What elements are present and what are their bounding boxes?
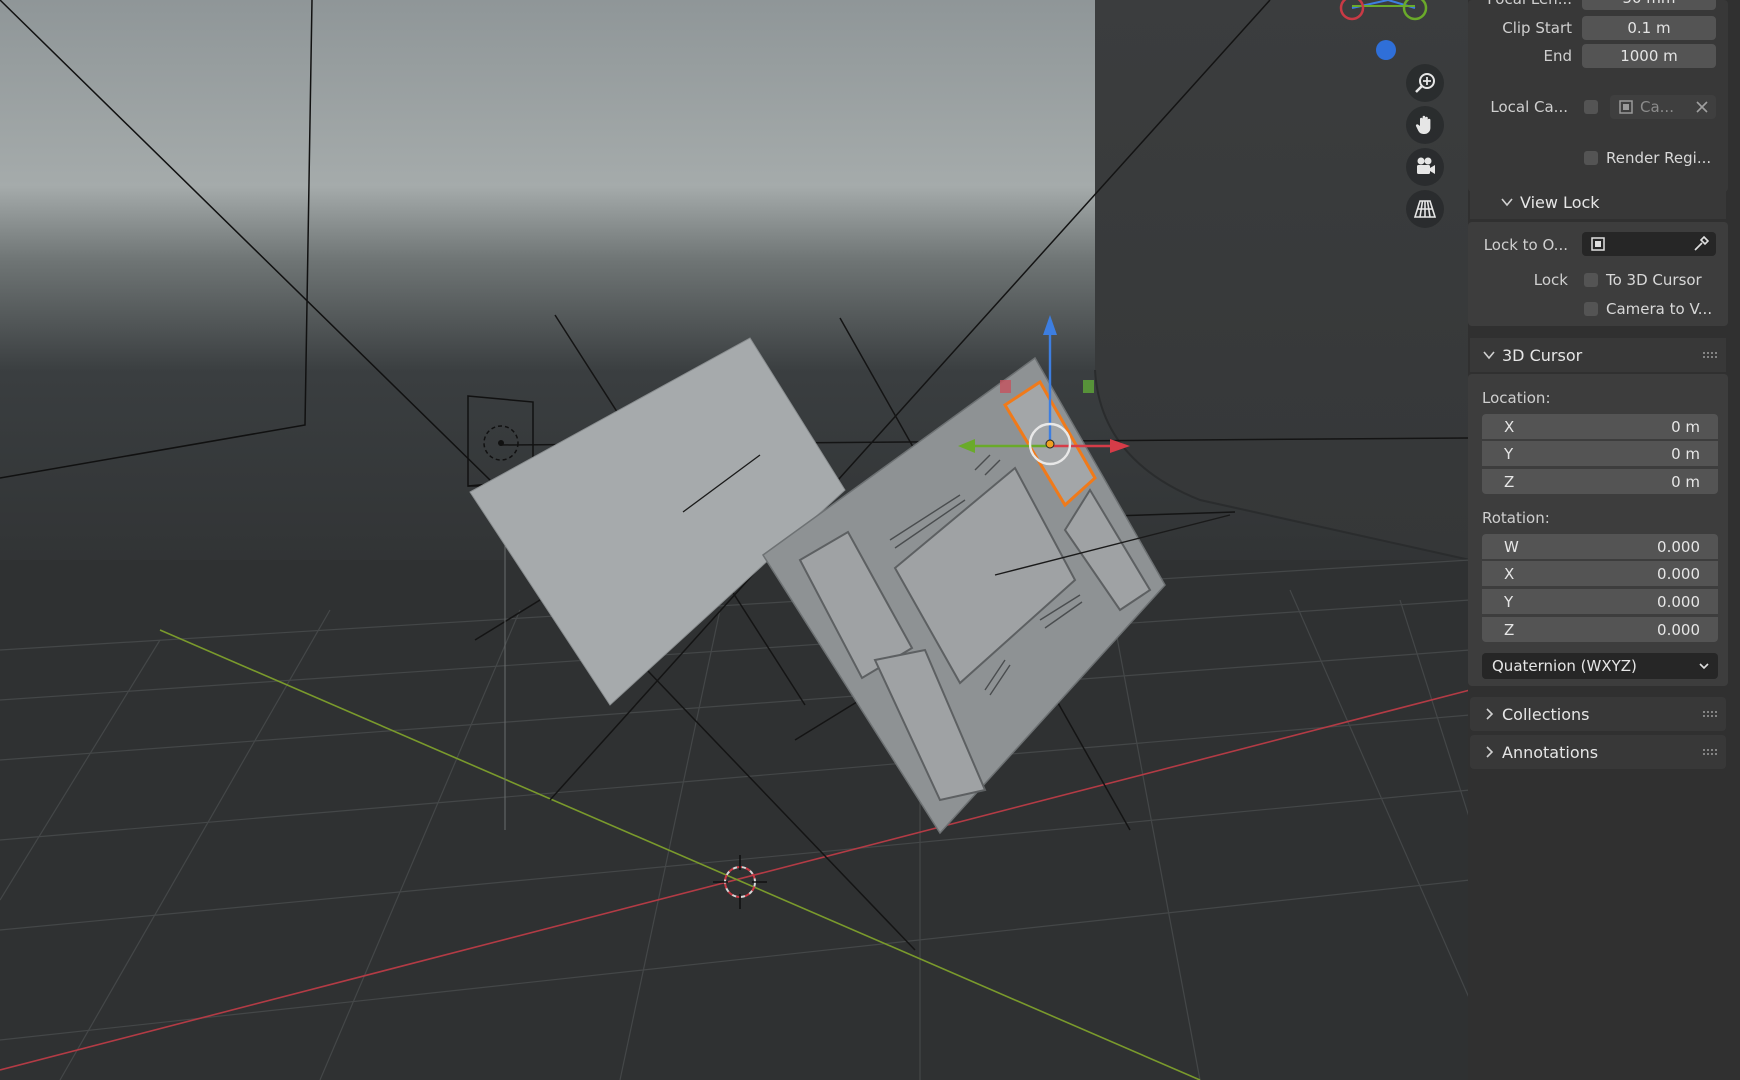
grid-perspective-icon [1413,200,1437,218]
value: 0.000 [1657,620,1700,639]
focal-length-field[interactable]: 50 mm [1582,0,1716,10]
3d-cursor-header[interactable]: 3D Cursor [1470,338,1726,372]
rotation-mode-value: Quaternion (WXYZ) [1492,657,1637,675]
rotation-x-field[interactable]: X 0.000 [1482,561,1718,586]
value: 0.000 [1657,564,1700,583]
collections-title: Collections [1502,704,1590,724]
value: 0 m [1671,444,1700,463]
view-lock-title: View Lock [1520,192,1600,212]
axis-label: W [1504,537,1519,556]
3d-cursor-title: 3D Cursor [1502,345,1583,365]
view-lock-header[interactable]: View Lock [1470,185,1726,219]
lock-to-3d-cursor-label: To 3D Cursor [1606,271,1702,289]
camera-to-view-checkbox[interactable] [1584,302,1598,316]
axis-label: X [1504,417,1515,436]
clip-end-field[interactable]: 1000 m [1582,44,1716,68]
clip-end-label: End [1543,47,1572,65]
value: 0 m [1671,472,1700,491]
clip-start-field[interactable]: 0.1 m [1582,16,1716,40]
render-region-checkbox[interactable] [1584,151,1598,165]
clip-start-label: Clip Start [1502,19,1572,37]
object-icon [1619,100,1633,114]
lock-label: Lock [1533,271,1568,289]
lock-to-object-field[interactable] [1582,232,1716,256]
hand-icon [1415,115,1431,134]
drag-handle-icon[interactable] [1702,710,1718,718]
focal-length-label: Focal Len... [1480,0,1572,8]
rotation-w-field[interactable]: W 0.000 [1482,534,1718,559]
close-icon[interactable] [1696,101,1708,113]
local-camera-value: Ca... [1640,98,1674,116]
eyedropper-icon[interactable] [1692,235,1710,253]
value: 0.000 [1657,592,1700,611]
camera-to-view-label: Camera to V... [1606,300,1713,318]
rotation-label: Rotation: [1482,509,1550,527]
axis-label: Y [1504,592,1514,611]
lock-to-object-label: Lock to O... [1483,236,1568,254]
chevron-right-icon [1486,746,1494,758]
chevron-down-icon [1483,351,1495,360]
camera-view-button[interactable] [1406,148,1444,186]
value: 0 m [1671,417,1700,436]
zoom-in-icon [1415,73,1435,93]
location-z-field[interactable]: Z 0 m [1482,469,1718,494]
axis-label: Z [1504,620,1515,639]
rotation-y-field[interactable]: Y 0.000 [1482,589,1718,614]
location-x-field[interactable]: X 0 m [1482,414,1718,439]
local-camera-field[interactable]: Ca... [1610,95,1716,119]
object-icon [1591,237,1605,251]
location-y-field[interactable]: Y 0 m [1482,441,1718,466]
axis-label: Z [1504,472,1515,491]
drag-handle-icon[interactable] [1702,748,1718,756]
axis-label: X [1504,564,1515,583]
camera-icon [1417,157,1435,174]
lock-to-3d-cursor-checkbox[interactable] [1584,273,1598,287]
rotation-mode-select[interactable]: Quaternion (WXYZ) [1482,653,1718,679]
value: 0.000 [1657,537,1700,556]
collections-header[interactable]: Collections [1470,697,1726,731]
chevron-right-icon [1486,708,1494,720]
chevron-down-icon [1501,198,1513,207]
annotations-title: Annotations [1502,742,1599,762]
location-label: Location: [1482,389,1551,407]
drag-handle-icon[interactable] [1702,351,1718,359]
annotations-header[interactable]: Annotations [1470,735,1726,769]
rotation-z-field[interactable]: Z 0.000 [1482,617,1718,642]
render-region-label: Render Regi... [1606,149,1712,167]
pan-button[interactable] [1406,106,1444,144]
axis-label: Y [1504,444,1514,463]
chevron-down-icon [1699,663,1709,670]
local-camera-checkbox[interactable] [1584,100,1598,114]
zoom-button[interactable] [1406,64,1444,102]
local-camera-label: Local Ca... [1490,98,1568,116]
perspective-toggle-button[interactable] [1406,190,1444,228]
